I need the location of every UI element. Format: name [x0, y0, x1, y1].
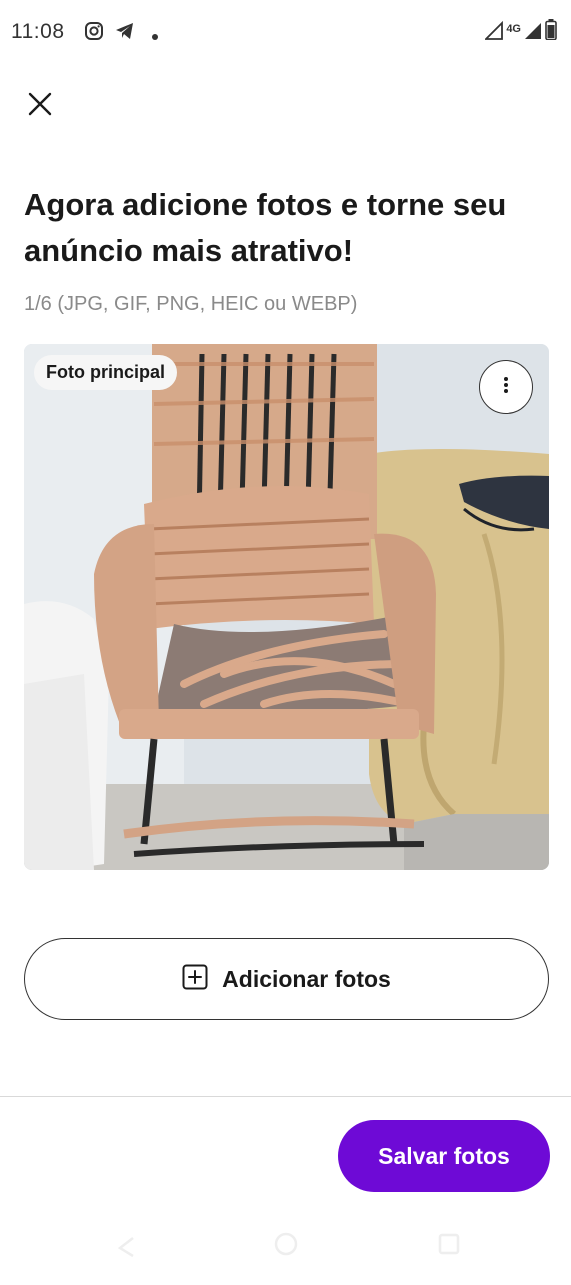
battery-icon	[545, 19, 557, 45]
status-time: 11:08	[11, 20, 65, 43]
plus-square-icon	[182, 964, 208, 995]
main-photo-card[interactable]: Foto principal	[24, 344, 549, 870]
photo-options-button[interactable]	[479, 360, 533, 414]
network-label: 4G	[506, 23, 521, 35]
telegram-icon	[114, 21, 136, 46]
close-button[interactable]	[20, 86, 60, 126]
signal-icon	[484, 20, 504, 45]
page-title: Agora adicione fotos e torne seu anúncio…	[24, 187, 507, 268]
nav-recents-icon	[438, 1233, 460, 1255]
close-icon	[27, 91, 53, 122]
chair-photo	[24, 344, 549, 870]
signal-icon	[524, 20, 542, 45]
add-photos-label: Adicionar fotos	[222, 965, 391, 992]
save-photos-button[interactable]: Salvar fotos	[338, 1120, 550, 1192]
more-vertical-icon	[503, 376, 509, 399]
instagram-icon	[84, 21, 104, 46]
status-right: 4G	[484, 19, 557, 45]
nav-back-icon	[117, 1237, 134, 1258]
file-format-hint: 1/6 (JPG, GIF, PNG, HEIC ou WEBP)	[24, 293, 358, 315]
system-nav-bar	[0, 1230, 571, 1280]
notification-dot-icon	[151, 28, 159, 46]
nav-home-icon	[274, 1232, 298, 1256]
main-photo-badge: Foto principal	[34, 355, 177, 390]
footer-divider	[0, 1096, 571, 1097]
status-bar: 11:08 4G	[0, 0, 571, 64]
add-photos-button[interactable]: Adicionar fotos	[24, 938, 549, 1020]
